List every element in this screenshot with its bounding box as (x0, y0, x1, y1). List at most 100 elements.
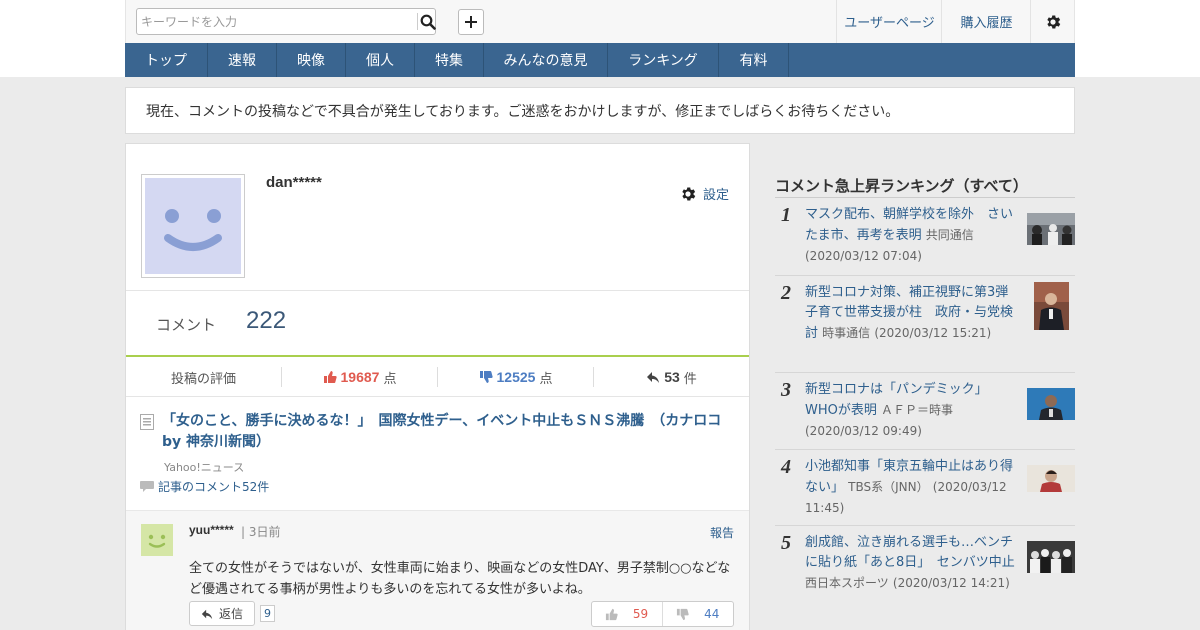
eval-label: 投稿の評価 (170, 371, 236, 387)
comment-time-value: 3日前 (248, 525, 281, 539)
ranking-item-link[interactable]: マスク配布、朝鮮学校を除外 さいたま市、再考を表明 共同通信 (2020/03/… (805, 205, 1017, 267)
ranking-item-source: 西日本スポーツ (805, 576, 889, 590)
nav-item-individual[interactable]: 個人 (346, 43, 415, 77)
rank-number: 1 (781, 204, 791, 226)
settings-label: 設定 (703, 188, 730, 203)
profile-settings-link[interactable]: 設定 (679, 184, 729, 203)
news-thumbnail[interactable] (1027, 465, 1075, 492)
bad-eval: 12525 点 (438, 357, 593, 397)
ranking-item-source: 共同通信 (925, 228, 974, 242)
purchase-history-link[interactable]: 購入履歴 (941, 0, 1031, 43)
nav-item-opinions[interactable]: みんなの意見 (484, 43, 608, 77)
ranking-item[interactable]: 2 新型コロナ対策、補正視野に第3弾 子育て世帯支援が柱 政府・与党検討 時事通… (775, 276, 1075, 373)
ranking-item-link[interactable]: 創成館、泣き崩れる選手も…ベンチに貼り紙「あと8日」 センバツ中止 西日本スポー… (805, 533, 1017, 594)
comment-reply-count[interactable]: 9 (260, 605, 275, 622)
ranking-item[interactable]: 5 創成館、泣き崩れる選手も…ベンチに貼り紙「あと8日」 センバツ中止 西日本ス… (775, 526, 1075, 626)
news-thumbnail[interactable] (1034, 282, 1069, 330)
rank-number: 5 (781, 532, 791, 554)
divider (126, 290, 749, 291)
ranking-sidebar: コメント急上昇ランキング（すべて） 1 マスク配布、朝鮮学校を除外 さいたま市、… (775, 170, 1075, 626)
ranking-item[interactable]: 3 新型コロナは「パンデミック」 WHOが表明 ＡＦＰ＝時事 (2020/03/… (775, 373, 1075, 450)
vote-bad-button[interactable]: 44 (663, 602, 734, 626)
bad-unit: 点 (539, 371, 553, 387)
report-link[interactable]: 報告 (710, 524, 734, 541)
comment-time: | 3日前 (241, 525, 281, 539)
vote-box: 59 44 (591, 601, 734, 627)
notice-text: 現在、コメントの投稿などで不具合が発生しております。ご迷惑をおかけしますが、修正… (146, 103, 900, 120)
commenter-avatar (141, 524, 173, 556)
news-thumbnail[interactable] (1027, 213, 1075, 245)
thumbs-up-icon (323, 371, 337, 383)
nav-item-feature[interactable]: 特集 (415, 43, 484, 77)
thumbs-up-icon (606, 608, 618, 620)
news-thumbnail[interactable] (1027, 541, 1075, 573)
nav-item-breaking[interactable]: 速報 (208, 43, 277, 77)
user-page-link[interactable]: ユーザーページ (836, 0, 942, 43)
nav-item-top[interactable]: トップ (125, 43, 208, 77)
document-icon (140, 414, 154, 430)
search-box (136, 8, 436, 35)
ranking-item-date: (2020/03/12 09:49) (805, 424, 922, 438)
gear-icon (682, 186, 696, 201)
speech-bubble-icon (140, 480, 154, 492)
smiley-avatar-icon (148, 534, 166, 548)
article-source: Yahoo!ニュース (164, 461, 245, 474)
ranking-item-link[interactable]: 新型コロナは「パンデミック」 WHOが表明 ＡＦＰ＝時事 (2020/03/12… (805, 380, 1017, 442)
ranking-item[interactable]: 4 小池都知事「東京五輪中止はあり得ない」 TBS系（JNN） (2020/03… (775, 450, 1075, 526)
search-input[interactable] (141, 12, 413, 31)
reply-button-label: 返信 (218, 607, 243, 621)
thumbs-down-icon (676, 608, 689, 620)
article-comments-label: 記事のコメント52件 (158, 480, 270, 494)
search-button[interactable] (419, 9, 437, 34)
ranking-item-date: (2020/03/12 07:04) (805, 249, 922, 263)
comment-count-label: コメント (156, 316, 217, 334)
vote-good-button[interactable]: 59 (592, 602, 663, 626)
profile-panel: dan***** 設定 コメント 222 投稿の評価 19687 点 12525… (125, 143, 750, 630)
notice-banner: 現在、コメントの投稿などで不具合が発生しております。ご迷惑をおかけしますが、修正… (125, 87, 1075, 134)
nav-item-video[interactable]: 映像 (277, 43, 346, 77)
article-title-link[interactable]: 「女のこと、勝手に決めるな！」 国際女性デー、イベント中止もＳＮＳ沸騰 （カナロ… (162, 411, 732, 453)
ranking-item-source: TBS系（JNN） (848, 480, 929, 494)
reply-arrow-icon (201, 609, 213, 619)
ranking-item-source: ＡＦＰ＝時事 (881, 403, 954, 417)
nav-item-ranking[interactable]: ランキング (608, 43, 719, 77)
good-eval: 19687 点 (282, 357, 437, 397)
ranking-title: コメント急上昇ランキング（すべて） (775, 170, 1075, 198)
ranking-item-source: 時事通信 (822, 326, 871, 340)
ranking-item-date: (2020/03/12 15:21) (874, 326, 992, 340)
good-unit: 点 (383, 371, 397, 387)
comment-count: 222 (246, 307, 287, 334)
nav-item-paid[interactable]: 有料 (719, 43, 789, 77)
vote-bad-count: 44 (704, 607, 720, 621)
reply-arrow-icon (647, 372, 660, 383)
ranking-item-link[interactable]: 新型コロナ対策、補正視野に第3弾 子育て世帯支援が柱 政府・与党検討 時事通信 … (805, 283, 1021, 344)
reply-button[interactable]: 返信 (189, 601, 255, 626)
rank-number: 3 (781, 379, 791, 401)
news-thumbnail[interactable] (1027, 388, 1075, 420)
good-count: 19687 (340, 369, 380, 385)
rank-number: 2 (781, 282, 791, 304)
vote-good-count: 59 (632, 607, 649, 621)
main-nav: トップ 速報 映像 個人 特集 みんなの意見 ランキング 有料 (125, 43, 1075, 77)
settings-button[interactable] (1030, 0, 1075, 43)
ranking-item-link[interactable]: 小池都知事「東京五輪中止はあり得ない」 TBS系（JNN） (2020/03/1… (805, 457, 1017, 519)
ranking-item-title: マスク配布、朝鮮学校を除外 さいたま市、再考を表明 (805, 207, 1014, 243)
add-button[interactable] (458, 9, 484, 35)
commenter-name[interactable]: yuu***** (189, 523, 234, 537)
header-bar: ユーザーページ 購入履歴 (125, 0, 1075, 43)
ranking-item[interactable]: 1 マスク配布、朝鮮学校を除外 さいたま市、再考を表明 共同通信 (2020/0… (775, 198, 1075, 276)
search-icon (420, 14, 436, 30)
thumbs-down-icon (479, 371, 493, 383)
comment-item: yuu***** | 3日前 報告 全ての女性がそうではないが、女性車両に始まり… (126, 510, 749, 630)
ranking-item-title: 創成館、泣き崩れる選手も…ベンチに貼り紙「あと8日」 センバツ中止 (805, 535, 1015, 570)
search-divider (417, 13, 418, 30)
rank-number: 4 (781, 456, 791, 478)
avatar (141, 174, 245, 278)
ranking-item-date: (2020/03/12 14:21) (892, 576, 1010, 590)
article-comments-link[interactable]: 記事のコメント52件 (140, 478, 269, 495)
bad-count: 12525 (496, 369, 536, 385)
reply-count: 53 (664, 369, 680, 385)
smiley-avatar-icon (145, 178, 241, 274)
gear-icon (1047, 14, 1061, 29)
username: dan***** (266, 174, 322, 191)
